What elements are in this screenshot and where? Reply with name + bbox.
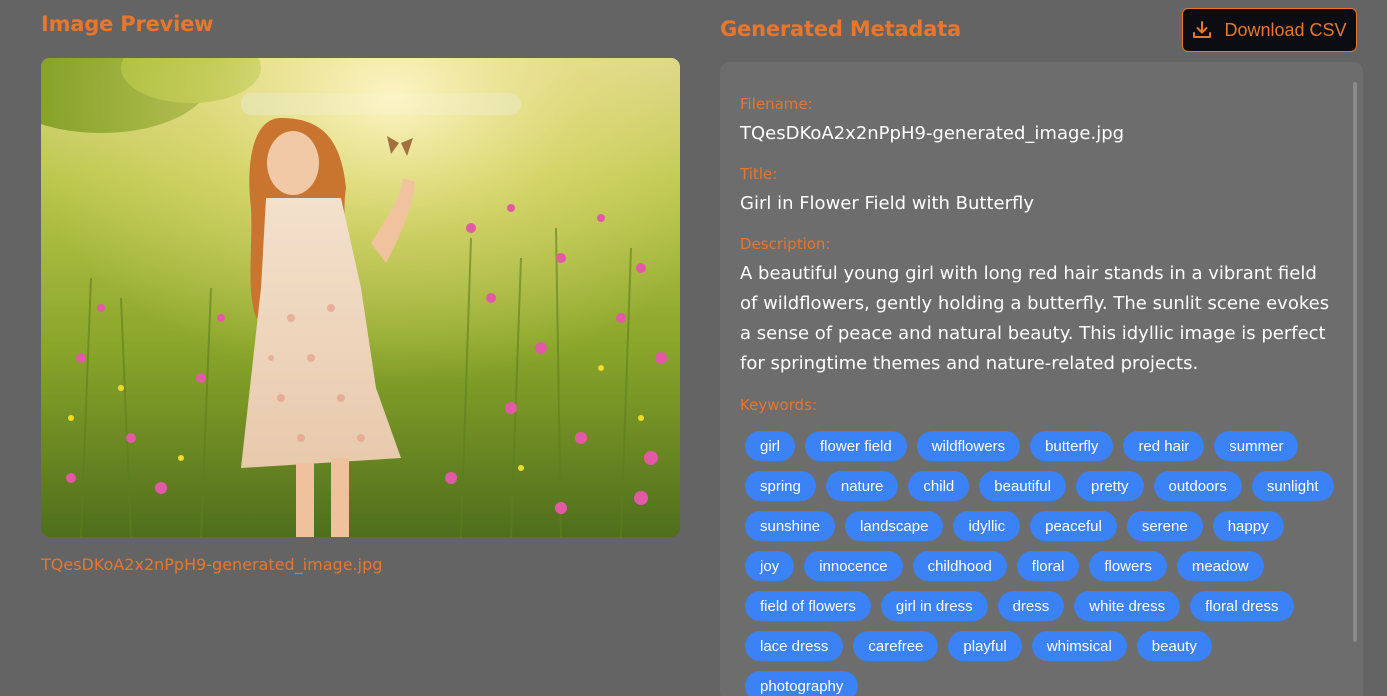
keyword-chip[interactable]: nature [825, 471, 899, 501]
image-preview-heading: Image Preview [41, 12, 214, 36]
filename-label: Filename: [740, 95, 813, 113]
keyword-list: girl flower field wildflowers butterfly red … [745, 431, 1335, 696]
filename-value: TQesDKoA2x2nPpH9-generated_image.jpg [740, 123, 1125, 144]
keyword-chip[interactable]: dress [997, 591, 1065, 621]
keyword-chip[interactable]: flowers [1089, 551, 1167, 581]
keyword-chip[interactable]: flower field [805, 431, 907, 461]
metadata-panel: Filename: TQesDKoA2x2nPpH9-generated_ima… [720, 62, 1363, 696]
keyword-chip[interactable]: red hair [1123, 431, 1205, 461]
metadata-section: Generated Metadata Download CSV Filename… [720, 0, 1387, 696]
keyword-chip[interactable]: child [908, 471, 970, 501]
keyword-chip[interactable]: happy [1212, 511, 1284, 541]
keyword-chip[interactable]: playful [948, 631, 1022, 661]
keyword-chip[interactable]: joy [745, 551, 795, 581]
description-label: Description: [740, 235, 831, 253]
keyword-chip[interactable]: beauty [1136, 631, 1212, 661]
title-value: Girl in Flower Field with Butterfly [740, 193, 1035, 214]
description-value: A beautiful young girl with long red hai… [740, 263, 1330, 374]
preview-image [41, 58, 680, 537]
keyword-chip[interactable]: childhood [912, 551, 1007, 581]
keyword-chip[interactable]: lace dress [745, 631, 844, 661]
keywords-label: Keywords: [740, 396, 817, 414]
keyword-chip[interactable]: beautiful [979, 471, 1066, 501]
keyword-chip[interactable]: landscape [845, 511, 944, 541]
keyword-chip[interactable]: girl [745, 431, 796, 461]
title-label: Title: [740, 165, 778, 183]
keyword-chip[interactable]: carefree [853, 631, 939, 661]
keyword-chip[interactable]: sunlight [1251, 471, 1334, 501]
keyword-chip[interactable]: wildflowers [916, 431, 1021, 461]
download-csv-button[interactable]: Download CSV [1182, 8, 1357, 52]
metadata-heading: Generated Metadata [720, 17, 961, 41]
panel-scrollbar[interactable] [1353, 82, 1357, 642]
keyword-chip[interactable]: pretty [1075, 471, 1144, 501]
keyword-chip[interactable]: white dress [1074, 591, 1181, 621]
download-csv-label: Download CSV [1224, 19, 1347, 40]
keyword-chip[interactable]: outdoors [1153, 471, 1242, 501]
keyword-chip[interactable]: whimsical [1031, 631, 1127, 661]
download-icon [1192, 20, 1212, 40]
keyword-chip[interactable]: idyllic [953, 511, 1021, 541]
keyword-chip[interactable]: sunshine [745, 511, 836, 541]
keyword-chip[interactable]: summer [1214, 431, 1299, 461]
image-preview-section: Image Preview TQesDKoA2x2nPpH9-generated… [41, 0, 681, 696]
keyword-chip[interactable]: floral [1016, 551, 1080, 581]
keyword-chip[interactable]: field of flowers [745, 591, 871, 621]
keyword-chip[interactable]: peaceful [1030, 511, 1117, 541]
app-root: Image Preview TQesDKoA2x2nPpH9-generated… [0, 0, 1387, 696]
keyword-chip[interactable]: floral dress [1190, 591, 1294, 621]
keyword-chip[interactable]: innocence [804, 551, 903, 581]
keyword-chip[interactable]: meadow [1176, 551, 1264, 581]
keyword-chip[interactable]: photography [745, 671, 859, 696]
keyword-chip[interactable]: spring [745, 471, 816, 501]
keyword-chip[interactable]: serene [1126, 511, 1203, 541]
keyword-chip[interactable]: butterfly [1030, 431, 1114, 461]
keyword-chip[interactable]: girl in dress [880, 591, 988, 621]
preview-filename: TQesDKoA2x2nPpH9-generated_image.jpg [41, 555, 383, 574]
